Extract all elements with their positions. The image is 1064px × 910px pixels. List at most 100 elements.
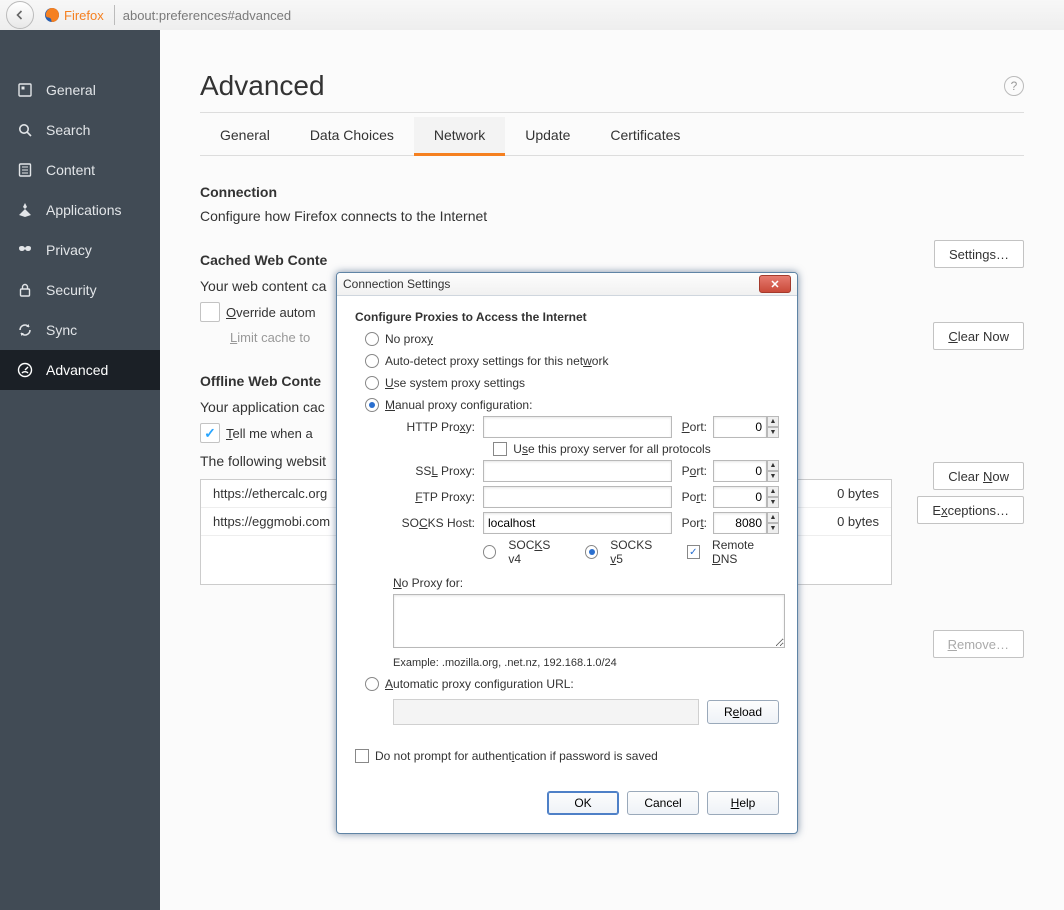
site-url: https://eggmobi.com xyxy=(213,514,330,529)
ftp-proxy-label: FTP Proxy: xyxy=(365,490,483,504)
tab-network[interactable]: Network xyxy=(414,117,505,156)
noprompt-label: Do not prompt for authentication if pass… xyxy=(375,749,658,763)
override-cache-label: Override autom xyxy=(226,305,316,320)
port-label: Port: xyxy=(682,420,707,434)
sidebar-item-general[interactable]: General xyxy=(0,70,160,110)
sidebar-label: Sync xyxy=(46,322,77,338)
sidebar-label: Content xyxy=(46,162,95,178)
content-icon xyxy=(14,162,36,178)
socks-host-input[interactable] xyxy=(483,512,672,534)
connection-heading: Connection xyxy=(200,184,1024,200)
sidebar-label: Advanced xyxy=(46,362,108,378)
limit-cache-label: Limit cache to xyxy=(230,330,310,345)
sidebar-item-security[interactable]: Security xyxy=(0,270,160,310)
search-icon xyxy=(14,122,36,138)
radio-system-proxy[interactable] xyxy=(365,376,379,390)
ok-button[interactable]: OK xyxy=(547,791,619,815)
radio-pac-url[interactable] xyxy=(365,677,379,691)
no-proxy-example: Example: .mozilla.org, .net.nz, 192.168.… xyxy=(393,657,779,669)
socks-port-input[interactable] xyxy=(713,512,767,534)
http-port-input[interactable] xyxy=(713,416,767,438)
remote-dns-checkbox[interactable] xyxy=(687,545,700,559)
back-arrow-icon xyxy=(15,10,25,20)
sidebar-item-sync[interactable]: Sync xyxy=(0,310,160,350)
dialog-title-text: Connection Settings xyxy=(343,277,450,291)
help-button[interactable]: Help xyxy=(707,791,779,815)
radio-manual-proxy[interactable] xyxy=(365,398,379,412)
sidebar-item-applications[interactable]: Applications xyxy=(0,190,160,230)
manual-proxy-label: Manual proxy configuration: xyxy=(385,398,532,412)
ssl-proxy-input[interactable] xyxy=(483,460,672,482)
connection-settings-button[interactable]: Settings… xyxy=(934,240,1024,268)
sidebar-label: Search xyxy=(46,122,90,138)
tab-certificates[interactable]: Certificates xyxy=(590,117,700,155)
ssl-port-input[interactable] xyxy=(713,460,767,482)
port-label: Port: xyxy=(682,490,707,504)
port-label: Port: xyxy=(682,464,707,478)
preferences-sidebar: General Search Content Applications Priv… xyxy=(0,30,160,910)
no-proxy-for-input[interactable] xyxy=(393,594,785,648)
connection-sub: Configure how Firefox connects to the In… xyxy=(200,208,487,224)
sidebar-label: Security xyxy=(46,282,97,298)
use-all-checkbox[interactable] xyxy=(493,442,507,456)
radio-no-proxy[interactable] xyxy=(365,332,379,346)
http-proxy-input[interactable] xyxy=(483,416,672,438)
override-cache-checkbox[interactable] xyxy=(200,302,220,322)
pac-url-label: Automatic proxy configuration URL: xyxy=(385,677,574,691)
sidebar-item-content[interactable]: Content xyxy=(0,150,160,190)
http-proxy-label: HTTP Proxy: xyxy=(365,420,483,434)
dialog-titlebar[interactable]: Connection Settings ✕ xyxy=(337,273,797,296)
socks4-label: SOCKS v4 xyxy=(508,538,563,566)
tab-general[interactable]: General xyxy=(200,117,290,155)
sidebar-label: Privacy xyxy=(46,242,92,258)
auto-detect-label: Auto-detect proxy settings for this netw… xyxy=(385,354,608,368)
tellme-checkbox[interactable] xyxy=(200,423,220,443)
no-proxy-label: No proxy xyxy=(385,332,433,346)
site-size: 0 bytes xyxy=(837,486,879,501)
firefox-label: Firefox xyxy=(64,8,104,23)
connection-settings-dialog: Connection Settings ✕ Configure Proxies … xyxy=(336,272,798,834)
socks-port-spinner[interactable]: ▲▼ xyxy=(767,512,779,534)
dialog-heading: Configure Proxies to Access the Internet xyxy=(355,310,779,324)
socks5-label: SOCKS v5 xyxy=(610,538,665,566)
sidebar-item-advanced[interactable]: Advanced xyxy=(0,350,160,390)
sidebar-item-privacy[interactable]: Privacy xyxy=(0,230,160,270)
site-size: 0 bytes xyxy=(837,514,879,529)
site-url: https://ethercalc.org xyxy=(213,486,327,501)
radio-auto-detect[interactable] xyxy=(365,354,379,368)
help-icon[interactable]: ? xyxy=(1004,76,1024,96)
tab-data-choices[interactable]: Data Choices xyxy=(290,117,414,155)
offline-clear-button[interactable]: Clear Now xyxy=(933,462,1024,490)
back-button[interactable] xyxy=(6,1,34,29)
general-icon xyxy=(14,82,36,98)
sidebar-item-search[interactable]: Search xyxy=(0,110,160,150)
sync-icon xyxy=(14,322,36,338)
remove-button[interactable]: Remove… xyxy=(933,630,1024,658)
noprompt-checkbox[interactable] xyxy=(355,749,369,763)
radio-socks5[interactable] xyxy=(585,545,598,559)
sidebar-label: General xyxy=(46,82,96,98)
tab-update[interactable]: Update xyxy=(505,117,590,155)
lock-icon xyxy=(14,282,36,298)
port-label: Port: xyxy=(682,516,707,530)
ssl-port-spinner[interactable]: ▲▼ xyxy=(767,460,779,482)
pac-url-input[interactable] xyxy=(393,699,699,725)
radio-socks4[interactable] xyxy=(483,545,496,559)
http-port-spinner[interactable]: ▲▼ xyxy=(767,416,779,438)
cancel-button[interactable]: Cancel xyxy=(627,791,699,815)
address-text[interactable]: about:preferences#advanced xyxy=(119,8,1064,23)
ftp-port-input[interactable] xyxy=(713,486,767,508)
ftp-proxy-input[interactable] xyxy=(483,486,672,508)
reload-button[interactable]: Reload xyxy=(707,700,779,724)
advanced-tabs: General Data Choices Network Update Cert… xyxy=(200,117,1024,156)
ftp-port-spinner[interactable]: ▲▼ xyxy=(767,486,779,508)
remote-dns-label: Remote DNS xyxy=(712,538,779,566)
close-icon[interactable]: ✕ xyxy=(759,275,791,293)
sidebar-label: Applications xyxy=(46,202,122,218)
ssl-proxy-label: SSL Proxy: xyxy=(365,464,483,478)
tellme-label: Tell me when a xyxy=(226,426,313,441)
separator xyxy=(114,5,115,25)
no-proxy-for-label: No Proxy for: xyxy=(393,576,463,590)
exceptions-button[interactable]: Exceptions… xyxy=(917,496,1024,524)
cached-clear-button[interactable]: Clear Now xyxy=(933,322,1024,350)
